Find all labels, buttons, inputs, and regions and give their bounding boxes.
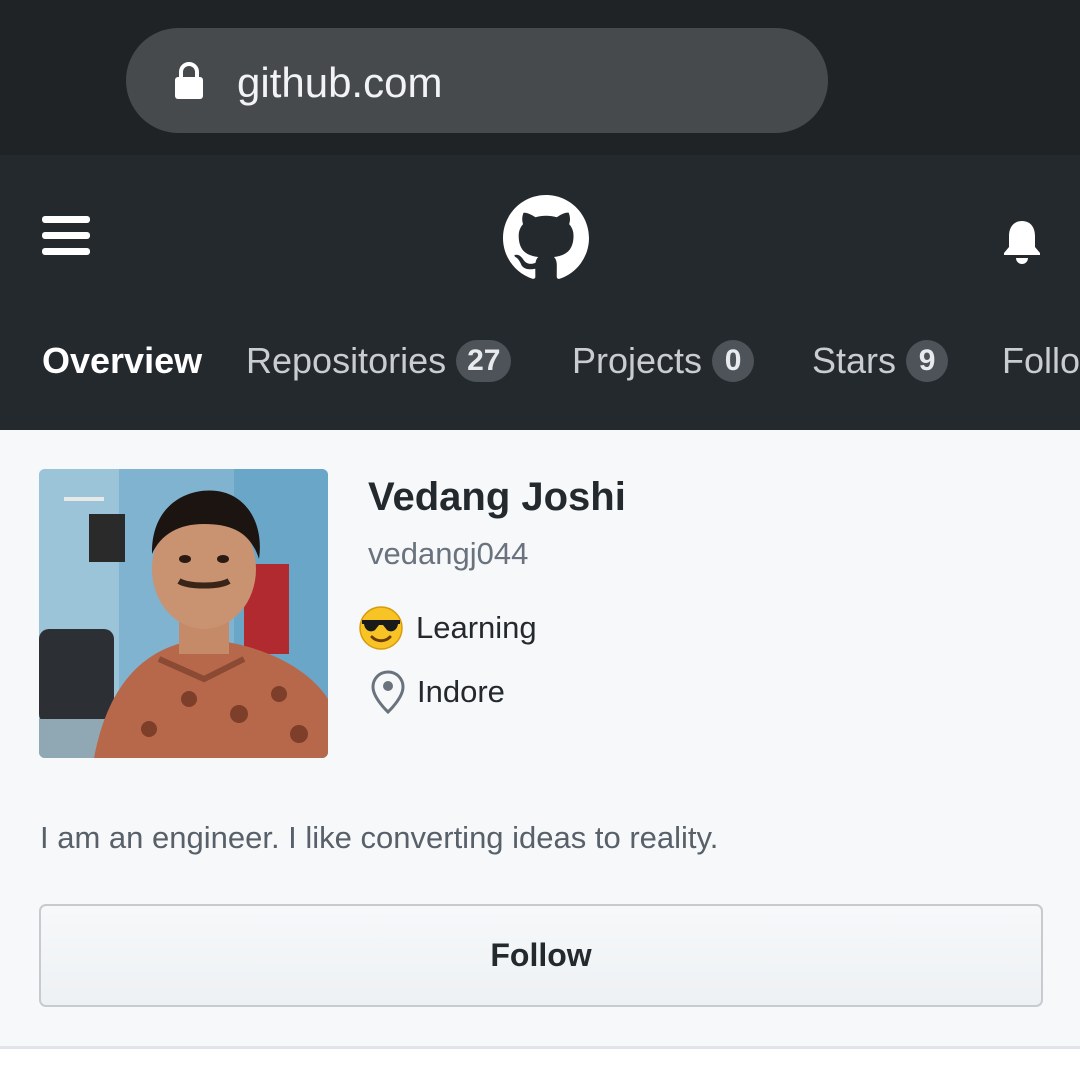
tab-repositories[interactable]: Repositories 27: [246, 325, 512, 397]
tab-projects[interactable]: Projects 0: [572, 325, 755, 397]
tab-overview[interactable]: Overview: [42, 325, 202, 397]
github-logo-icon[interactable]: [503, 195, 589, 281]
profile-tabs: Overview Repositories 27 Projects 0 Star…: [0, 325, 1080, 397]
tab-label: Stars: [812, 340, 897, 381]
repositories-count-badge: 27: [456, 340, 512, 382]
url-text[interactable]: github.com: [237, 55, 442, 111]
status-text: Learning: [416, 610, 537, 645]
profile-username: vedangj044: [368, 536, 529, 571]
bell-icon[interactable]: [1001, 218, 1043, 264]
profile-bio: I am an engineer. I like converting idea…: [40, 820, 719, 855]
tab-label: Follo: [1002, 340, 1080, 381]
avatar[interactable]: [39, 469, 328, 758]
hamburger-menu-icon[interactable]: [42, 213, 90, 257]
profile-name: Vedang Joshi: [368, 475, 626, 519]
address-bar[interactable]: [126, 28, 828, 133]
user-location: Indore: [370, 668, 505, 716]
lock-icon: [175, 62, 203, 99]
sunglasses-emoji-icon: [359, 606, 403, 650]
divider: [0, 1046, 1080, 1049]
user-status[interactable]: Learning: [358, 604, 537, 652]
tab-followers[interactable]: Follo: [1002, 325, 1080, 397]
projects-count-badge: 0: [712, 340, 755, 382]
follow-button[interactable]: Follow: [39, 904, 1043, 1007]
tab-label: Projects: [572, 340, 703, 381]
location-text: Indore: [417, 674, 505, 709]
location-pin-icon: [371, 670, 405, 715]
tab-label: Repositories: [246, 340, 447, 381]
stars-count-badge: 9: [906, 340, 949, 382]
tab-stars[interactable]: Stars 9: [812, 325, 949, 397]
tab-label: Overview: [42, 340, 203, 381]
